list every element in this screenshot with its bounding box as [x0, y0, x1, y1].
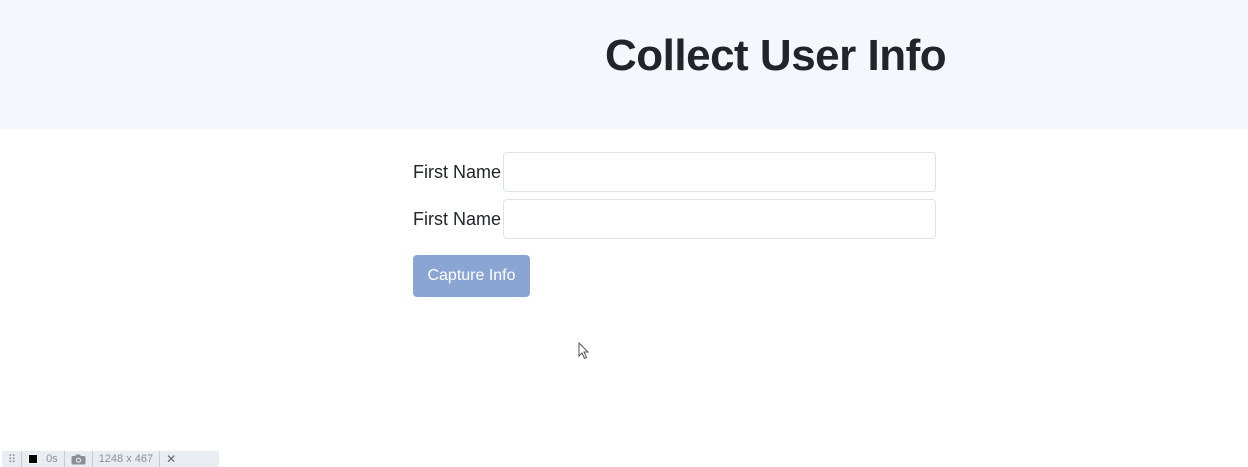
devtools-bar: ⠿ 0s 1248 x 467 ✕	[2, 451, 219, 467]
first-name-input-1[interactable]	[503, 152, 936, 192]
page-title: Collect User Info	[605, 31, 947, 80]
camera-icon[interactable]	[71, 454, 86, 465]
devbar-grip[interactable]: ⠿	[2, 451, 23, 467]
capture-info-button[interactable]: Capture Info	[413, 255, 530, 297]
first-name-label-1: First Name	[413, 162, 502, 182]
close-icon[interactable]: ✕	[166, 452, 176, 466]
recording-timer: 0s	[46, 453, 58, 465]
first-name-label-2: First Name	[413, 209, 502, 229]
devbar-dimensions: 1248 x 467	[93, 451, 161, 467]
viewport-dimensions: 1248 x 467	[98, 453, 154, 465]
mouse-cursor-icon	[578, 342, 590, 360]
first-name-input-2[interactable]	[503, 199, 936, 239]
devbar-screenshot[interactable]	[65, 451, 93, 467]
page-header: Collect User Info	[0, 0, 1248, 129]
grip-icon: ⠿	[8, 453, 16, 466]
devbar-close[interactable]: ✕	[160, 451, 182, 467]
devbar-recorder[interactable]: 0s	[22, 451, 65, 467]
stop-icon[interactable]	[28, 454, 39, 464]
